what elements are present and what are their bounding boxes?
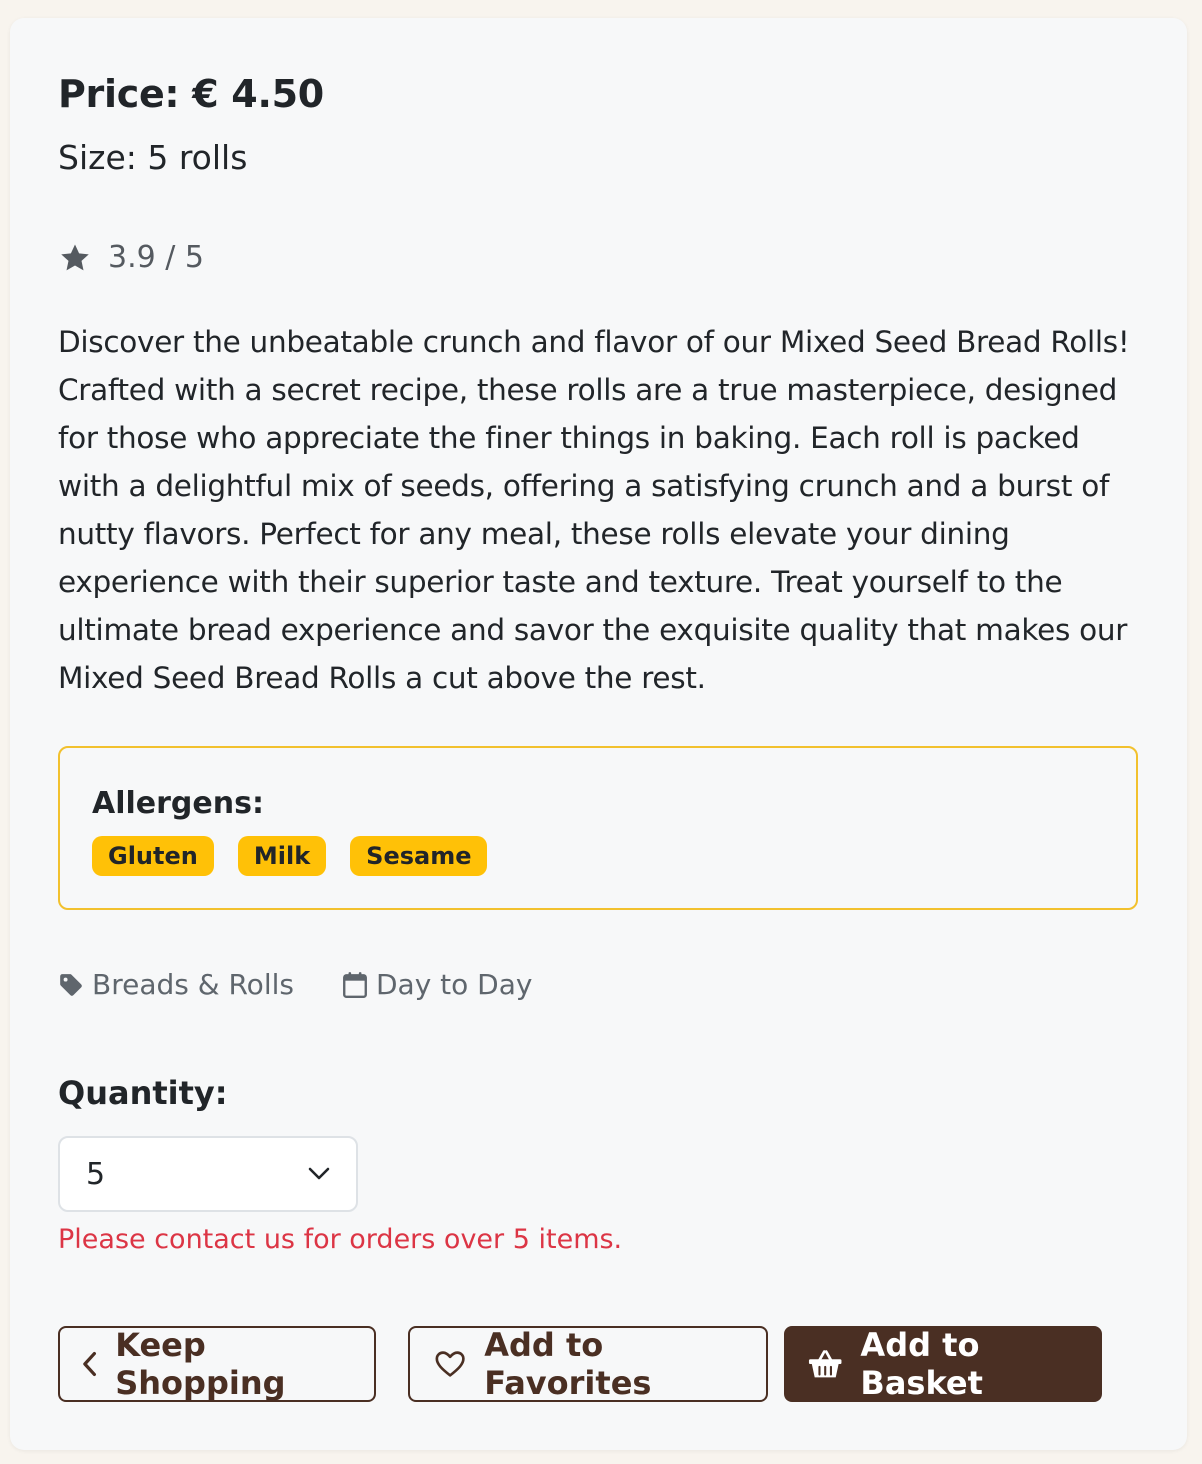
allergen-chip-sesame: Sesame [350,836,488,876]
availability-label: Day to Day [375,968,533,1001]
keep-shopping-label: Keep Shopping [115,1326,286,1402]
chevron-left-icon [83,1351,96,1377]
calendar-icon [343,971,367,998]
availability-tag: Day to Day [342,968,533,1001]
tag-icon [60,973,82,996]
add-to-basket-button[interactable]: Add to Basket [784,1326,1102,1402]
basket-icon [808,1350,842,1378]
rating-value: 3.9 / 5 [108,240,204,275]
allergen-chip-gluten: Gluten [92,836,214,876]
category-label: Breads & Rolls [92,968,294,1001]
product-price: Price: € 4.50 [58,72,324,116]
heart-icon [435,1351,465,1377]
allergens-panel: Allergens: Gluten Milk Sesame [58,746,1138,910]
product-card: Price: € 4.50 Size: 5 rolls 3.9 / 5 Disc… [10,18,1187,1450]
chevron-down-icon [308,1167,330,1180]
allergens-title: Allergens: [92,786,264,821]
keep-shopping-button[interactable]: Keep Shopping [58,1326,376,1402]
add-to-basket-label: Add to Basket [860,1326,983,1402]
product-rating: 3.9 / 5 [58,240,204,275]
quantity-value: 5 [86,1156,106,1192]
allergen-chip-milk: Milk [237,836,327,876]
add-to-favorites-label: Add to Favorites [484,1326,652,1402]
quantity-label: Quantity: [58,1074,228,1112]
category-tag: Breads & Rolls [58,968,294,1001]
quantity-warning: Please contact us for orders over 5 item… [58,1224,623,1255]
add-to-favorites-button[interactable]: Add to Favorites [408,1326,768,1402]
product-size: Size: 5 rolls [58,138,248,177]
product-meta: Breads & Rolls Day to Day [58,968,580,1001]
quantity-select[interactable]: 5 [58,1136,358,1212]
allergen-chips: Gluten Milk Sesame [92,836,488,876]
product-description: Discover the unbeatable crunch and flavo… [58,325,1130,695]
star-icon [61,244,89,270]
